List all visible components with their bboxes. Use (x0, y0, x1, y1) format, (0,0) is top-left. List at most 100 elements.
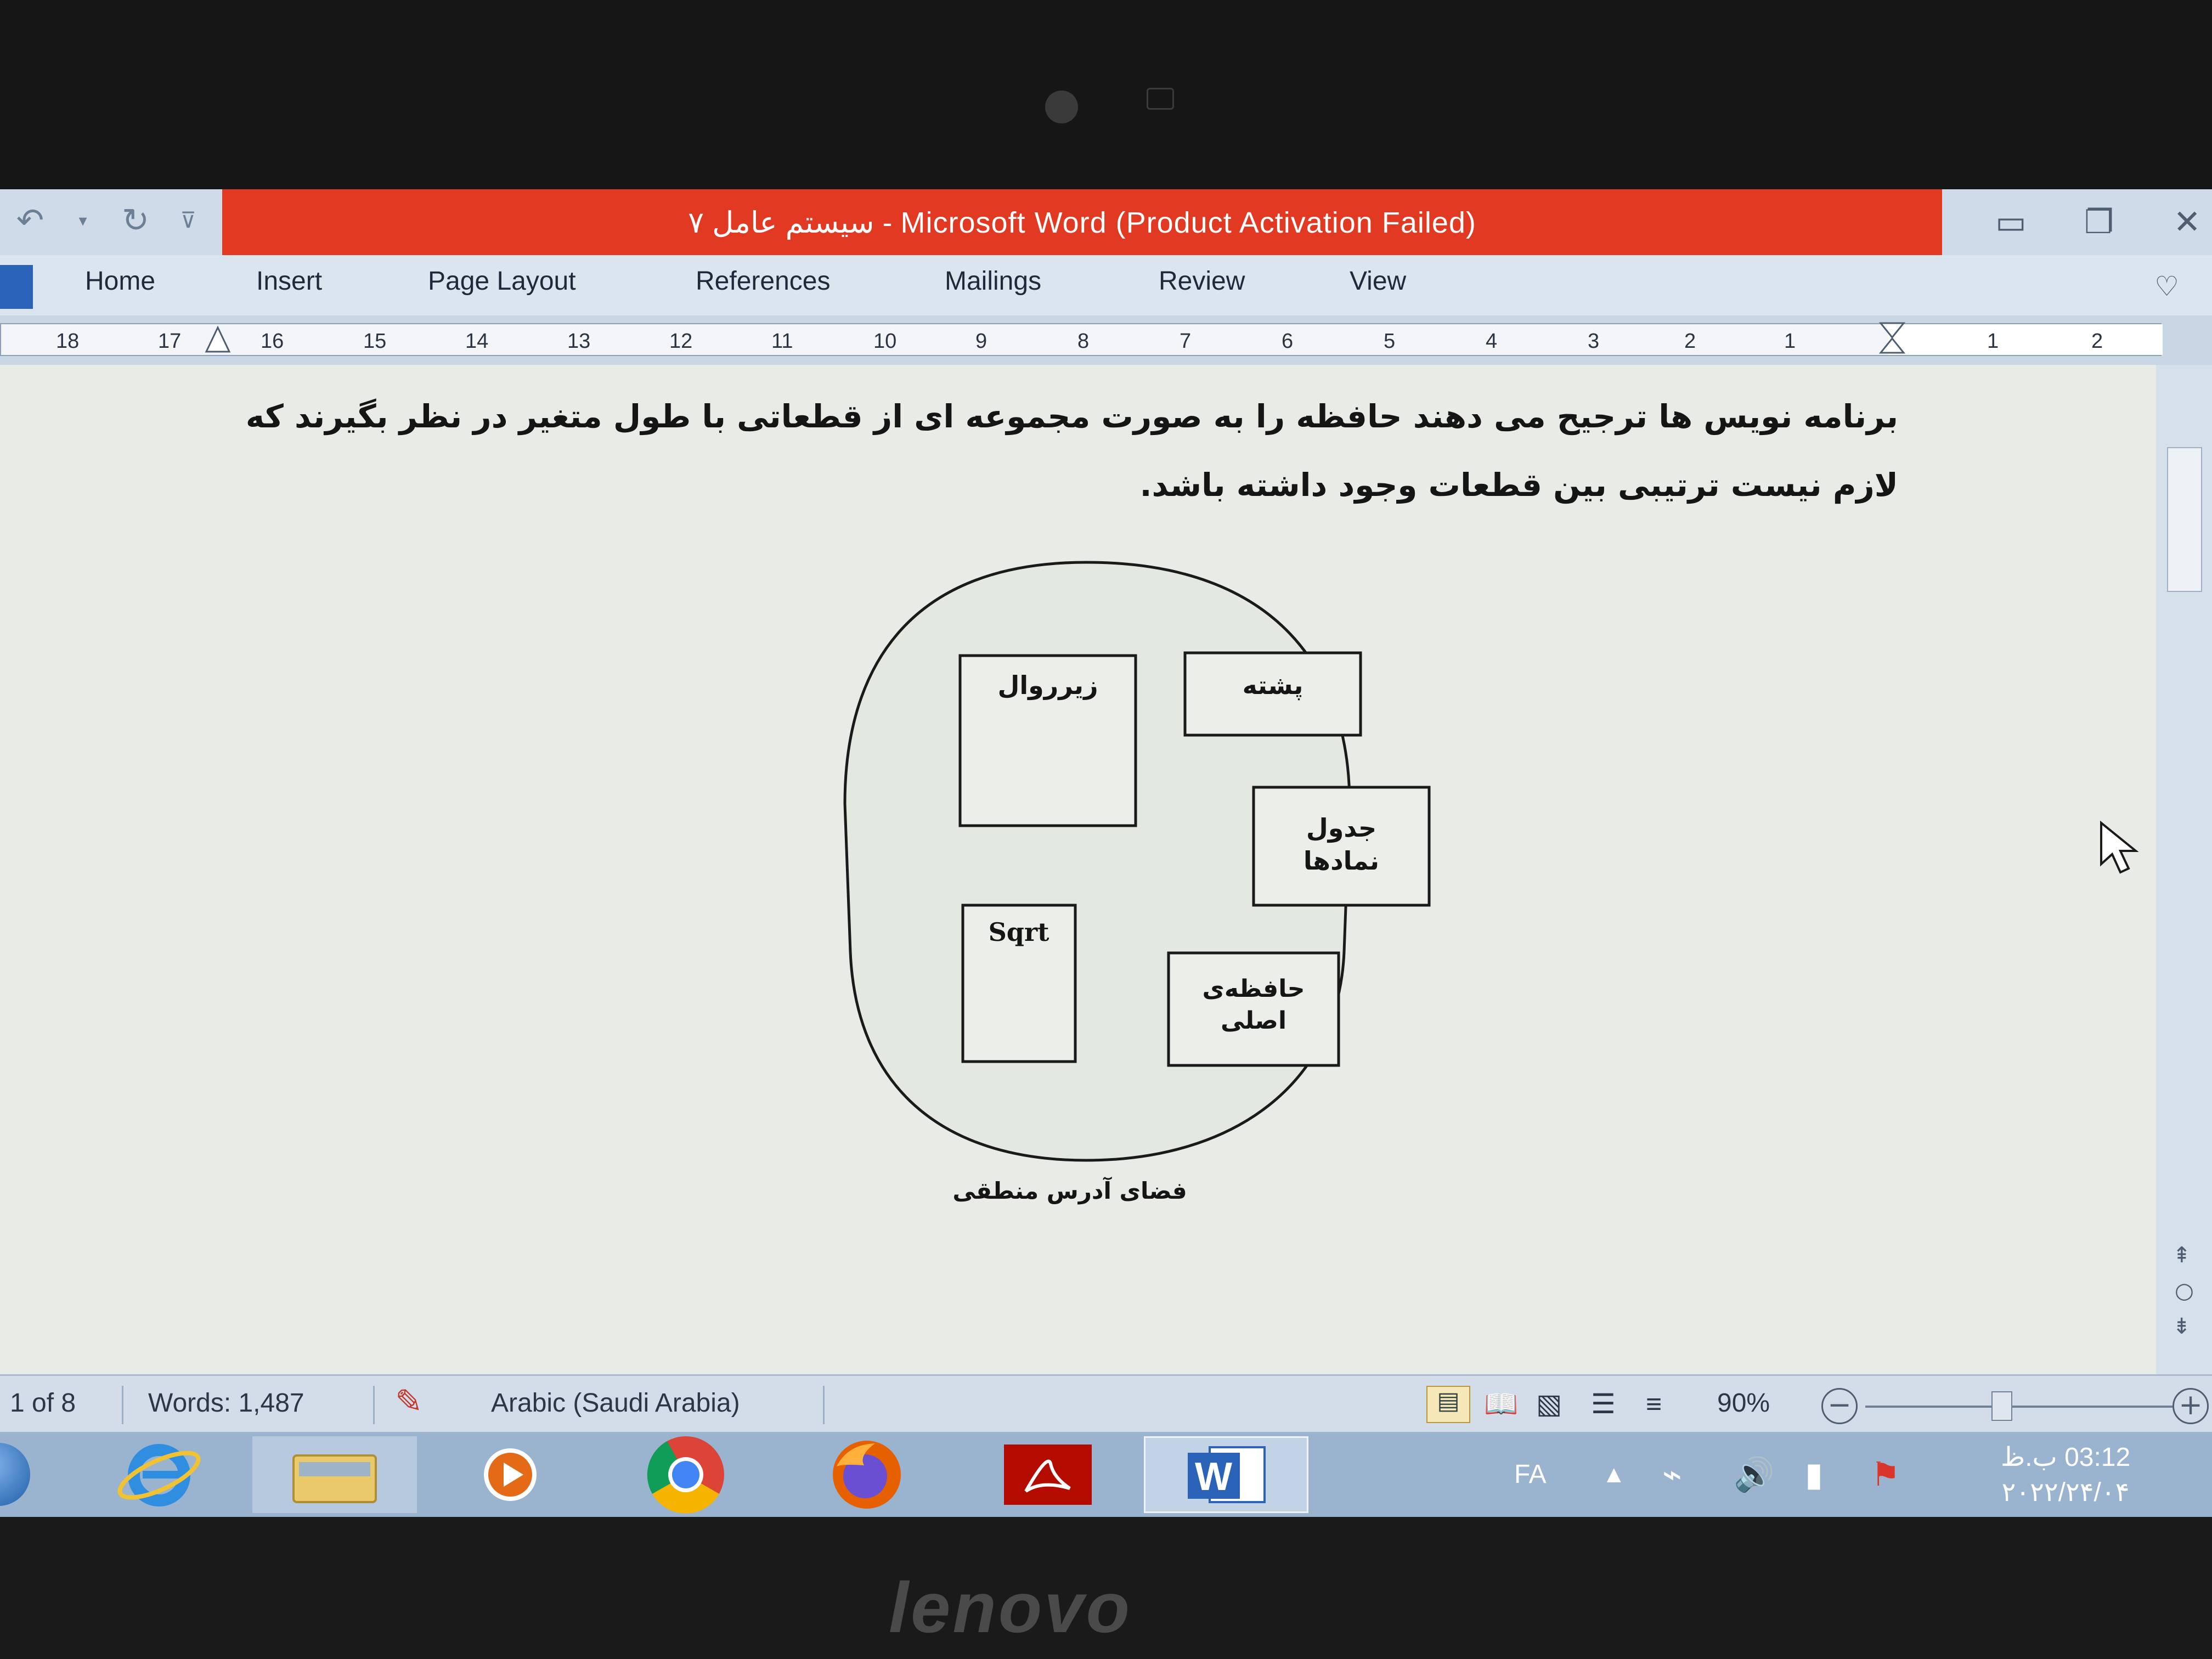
horizontal-ruler[interactable]: 18 17 16 15 14 13 12 11 10 9 8 7 6 5 4 3… (0, 315, 2212, 366)
taskbar-firefox[interactable] (785, 1436, 949, 1513)
ruler-number: 2 (1684, 330, 1696, 353)
customize-toolbar-icon[interactable]: ⊽ (169, 201, 207, 240)
media-player-icon (484, 1448, 537, 1501)
ruler-number: 7 (1180, 330, 1192, 353)
taskbar: W FA ▲ ⌁ 🔊 ▮ ⚑ 03:12 ب.ظ ۲۰۲۲/۲۴/۰۴ (0, 1432, 2212, 1517)
volume-icon[interactable]: 🔊 (1734, 1432, 1775, 1517)
tab-references[interactable]: References (696, 266, 830, 296)
select-browse-object-icon[interactable]: ○ (2175, 1278, 2194, 1304)
ruler-number: 11 (771, 330, 793, 353)
subroutine-label: زیرروال (997, 670, 1098, 700)
main-memory-label-line-1: حافظه‌ی (1203, 975, 1305, 1003)
ruler-number: 2 (2091, 330, 2103, 353)
minimize-button[interactable]: ▭ (1986, 200, 2036, 244)
file-tab[interactable] (0, 265, 33, 309)
main-memory-label-line-2: اصلی (1221, 1007, 1286, 1035)
print-layout-view-icon[interactable]: ▤ (1426, 1386, 1470, 1423)
close-button[interactable]: ✕ (2162, 200, 2212, 244)
camera-indicator-icon (1147, 88, 1174, 110)
taskbar-file-explorer[interactable] (252, 1436, 417, 1513)
tab-mailings[interactable]: Mailings (945, 266, 1041, 296)
ruler-number: 18 (56, 330, 80, 353)
paragraph-line-2: لازم نیست ترتیبی بین قطعات وجود داشته با… (1139, 466, 1898, 504)
clock-time: 03:12 ب.ظ (2000, 1443, 2131, 1472)
quick-access-toolbar: ↶ ▾ ↻ ⊽ (11, 196, 219, 245)
word-count[interactable]: Words: 1,487 (148, 1388, 304, 1418)
scroll-thumb[interactable] (2167, 447, 2202, 592)
screen: ↶ ▾ ↻ ⊽ سیستم عامل ۷ - Microsoft Word (P… (0, 189, 2212, 1517)
webcam-icon (1045, 91, 1078, 123)
zoom-in-button[interactable]: + (2172, 1388, 2209, 1424)
show-hidden-icons[interactable]: ▲ (1602, 1432, 1626, 1517)
input-language[interactable]: FA (1514, 1432, 1547, 1517)
vertical-scrollbar[interactable]: ⇞ ○ ⇟ (2156, 365, 2212, 1374)
clock-date: ۲۰۲۲/۲۴/۰۴ (2001, 1478, 2130, 1507)
full-screen-reading-icon[interactable]: 📖 (1484, 1388, 1518, 1420)
paragraph-line-1: برنامه نویس ها ترجیح می دهند حافظه را به… (245, 398, 1898, 435)
left-indent-marker-icon[interactable] (204, 325, 232, 354)
zoom-level[interactable]: 90% (1717, 1388, 1770, 1418)
zoom-slider[interactable] (1865, 1406, 2172, 1408)
ruler-number: 16 (261, 330, 284, 353)
dropdown-arrow-icon[interactable]: ▾ (64, 201, 102, 240)
proofing-error-icon[interactable]: ✎ (395, 1383, 422, 1421)
zoom-out-button[interactable]: − (1821, 1388, 1858, 1424)
sqrt-label: Sqrt (989, 917, 1050, 947)
prev-page-icon[interactable]: ⇞ (2172, 1243, 2191, 1268)
redo-icon[interactable]: ↻ (116, 201, 155, 240)
ruler-number: 13 (567, 330, 591, 353)
expand-ribbon-icon[interactable]: ♡ (2154, 270, 2179, 302)
next-page-icon[interactable]: ⇟ (2172, 1314, 2191, 1339)
symbol-table-label-line-1: جدول (1306, 813, 1376, 843)
outline-view-icon[interactable]: ☰ (1591, 1388, 1616, 1420)
taskbar-media-player[interactable] (428, 1436, 592, 1513)
svg-text:W: W (1195, 1455, 1232, 1499)
tab-review[interactable]: Review (1159, 266, 1245, 296)
draft-view-icon[interactable]: ≡ (1646, 1388, 1662, 1420)
word-icon: W (1188, 1446, 1266, 1503)
ruler-number: 1 (1784, 330, 1796, 353)
ribbon-tabs: Home Insert Page Layout References Maili… (0, 255, 2212, 315)
window-title: سیستم عامل ۷ - Microsoft Word (Product A… (222, 189, 1942, 255)
power-icon[interactable]: ⌁ (1662, 1432, 1682, 1517)
status-bar: 1 of 8 Words: 1,487 ✎ Arabic (Saudi Arab… (0, 1374, 2212, 1434)
stack-label: پشته (1243, 670, 1304, 701)
page-count[interactable]: 1 of 8 (10, 1388, 76, 1418)
right-indent-marker-icon[interactable] (1877, 321, 1907, 359)
title-bar: ↶ ▾ ↻ ⊽ سیستم عامل ۷ - Microsoft Word (P… (0, 189, 2212, 255)
laptop-brand-logo: lenovo (889, 1567, 1132, 1647)
firefox-icon (833, 1441, 901, 1509)
document-page[interactable]: برنامه نویس ها ترجیح می دهند حافظه را به… (0, 365, 2156, 1419)
undo-icon[interactable]: ↶ (11, 201, 49, 240)
ruler-number: 4 (1486, 330, 1498, 353)
mouse-pointer-icon (2100, 820, 2139, 874)
ruler-number: 17 (158, 330, 182, 353)
internet-explorer-icon (117, 1444, 201, 1506)
ruler-number: 8 (1077, 330, 1090, 353)
tab-home[interactable]: Home (85, 266, 155, 296)
ruler-number: 15 (363, 330, 387, 353)
clock[interactable]: 03:12 ب.ظ ۲۰۲۲/۲۴/۰۴ (1970, 1442, 2162, 1508)
start-button[interactable] (0, 1443, 30, 1506)
zoom-slider-thumb[interactable] (1991, 1391, 2012, 1421)
diagram-caption: فضای آدرس منطقی (952, 1177, 1187, 1204)
status-divider (823, 1386, 825, 1424)
restore-button[interactable]: ❐ (2074, 200, 2124, 244)
screen-bezel-top (0, 0, 2212, 189)
pdf-reader-icon (1004, 1444, 1092, 1505)
tab-view[interactable]: View (1350, 266, 1406, 296)
action-center-flag-icon[interactable]: ⚑ (1871, 1432, 1900, 1517)
ruler-number: 1 (1987, 330, 1999, 353)
tab-page-layout[interactable]: Page Layout (428, 266, 576, 296)
status-divider (122, 1386, 123, 1424)
network-icon[interactable]: ▮ (1805, 1432, 1823, 1517)
tab-insert[interactable]: Insert (256, 266, 322, 296)
taskbar-word[interactable]: W (1144, 1436, 1308, 1513)
language-indicator[interactable]: Arabic (Saudi Arabia) (491, 1388, 740, 1418)
taskbar-internet-explorer[interactable] (77, 1436, 241, 1513)
taskbar-acrobat-reader[interactable] (966, 1436, 1130, 1513)
web-layout-icon[interactable]: ▧ (1536, 1388, 1562, 1420)
taskbar-chrome[interactable] (603, 1436, 768, 1514)
chrome-icon (647, 1436, 724, 1514)
ruler-margin-area (1888, 324, 2163, 355)
